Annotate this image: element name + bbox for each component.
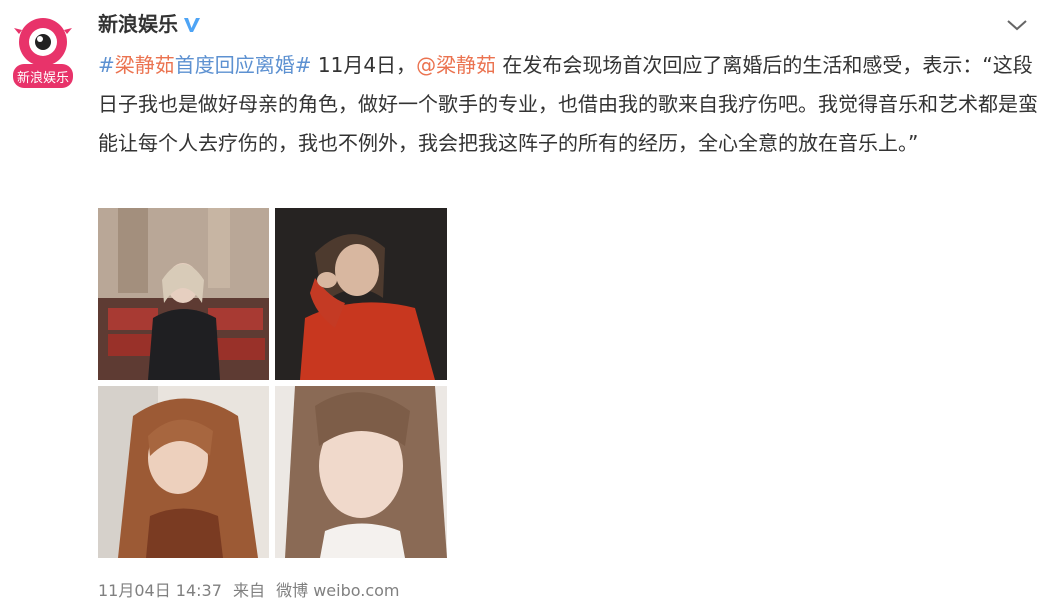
post-date-text: 11月4日， [311, 53, 417, 77]
post-timestamp[interactable]: 11月04日 14:37 [98, 581, 222, 600]
hashtag-link[interactable]: #梁静茹首度回应离婚# [98, 53, 312, 77]
photo-thumbnail-1[interactable] [98, 208, 269, 380]
photo-thumbnail-3[interactable] [98, 386, 269, 558]
photo-grid [98, 208, 447, 558]
verified-v-icon [182, 14, 202, 34]
chevron-down-icon[interactable] [1004, 14, 1030, 36]
mention-link[interactable]: @梁静茹 [416, 53, 496, 77]
from-label: 来自 [233, 581, 266, 600]
photo-thumbnail-4[interactable] [275, 386, 447, 558]
account-name[interactable]: 新浪娱乐 [98, 10, 178, 38]
hashtag-person[interactable]: 梁静茹 [115, 53, 175, 77]
post-meta: 11月04日 14:37 来自 微博 weibo.com [98, 580, 406, 602]
photo-thumbnail-2[interactable] [275, 208, 447, 380]
account-header: 新浪娱乐 [98, 10, 202, 38]
post-text: #梁静茹首度回应离婚# 11月4日，@梁静茹 在发布会现场首次回应了离婚后的生活… [98, 46, 1038, 163]
avatar-logo-text: 新浪娱乐 [17, 70, 69, 86]
post-source-link[interactable]: 微博 weibo.com [276, 581, 399, 600]
account-avatar[interactable]: 新浪娱乐 [10, 12, 76, 90]
